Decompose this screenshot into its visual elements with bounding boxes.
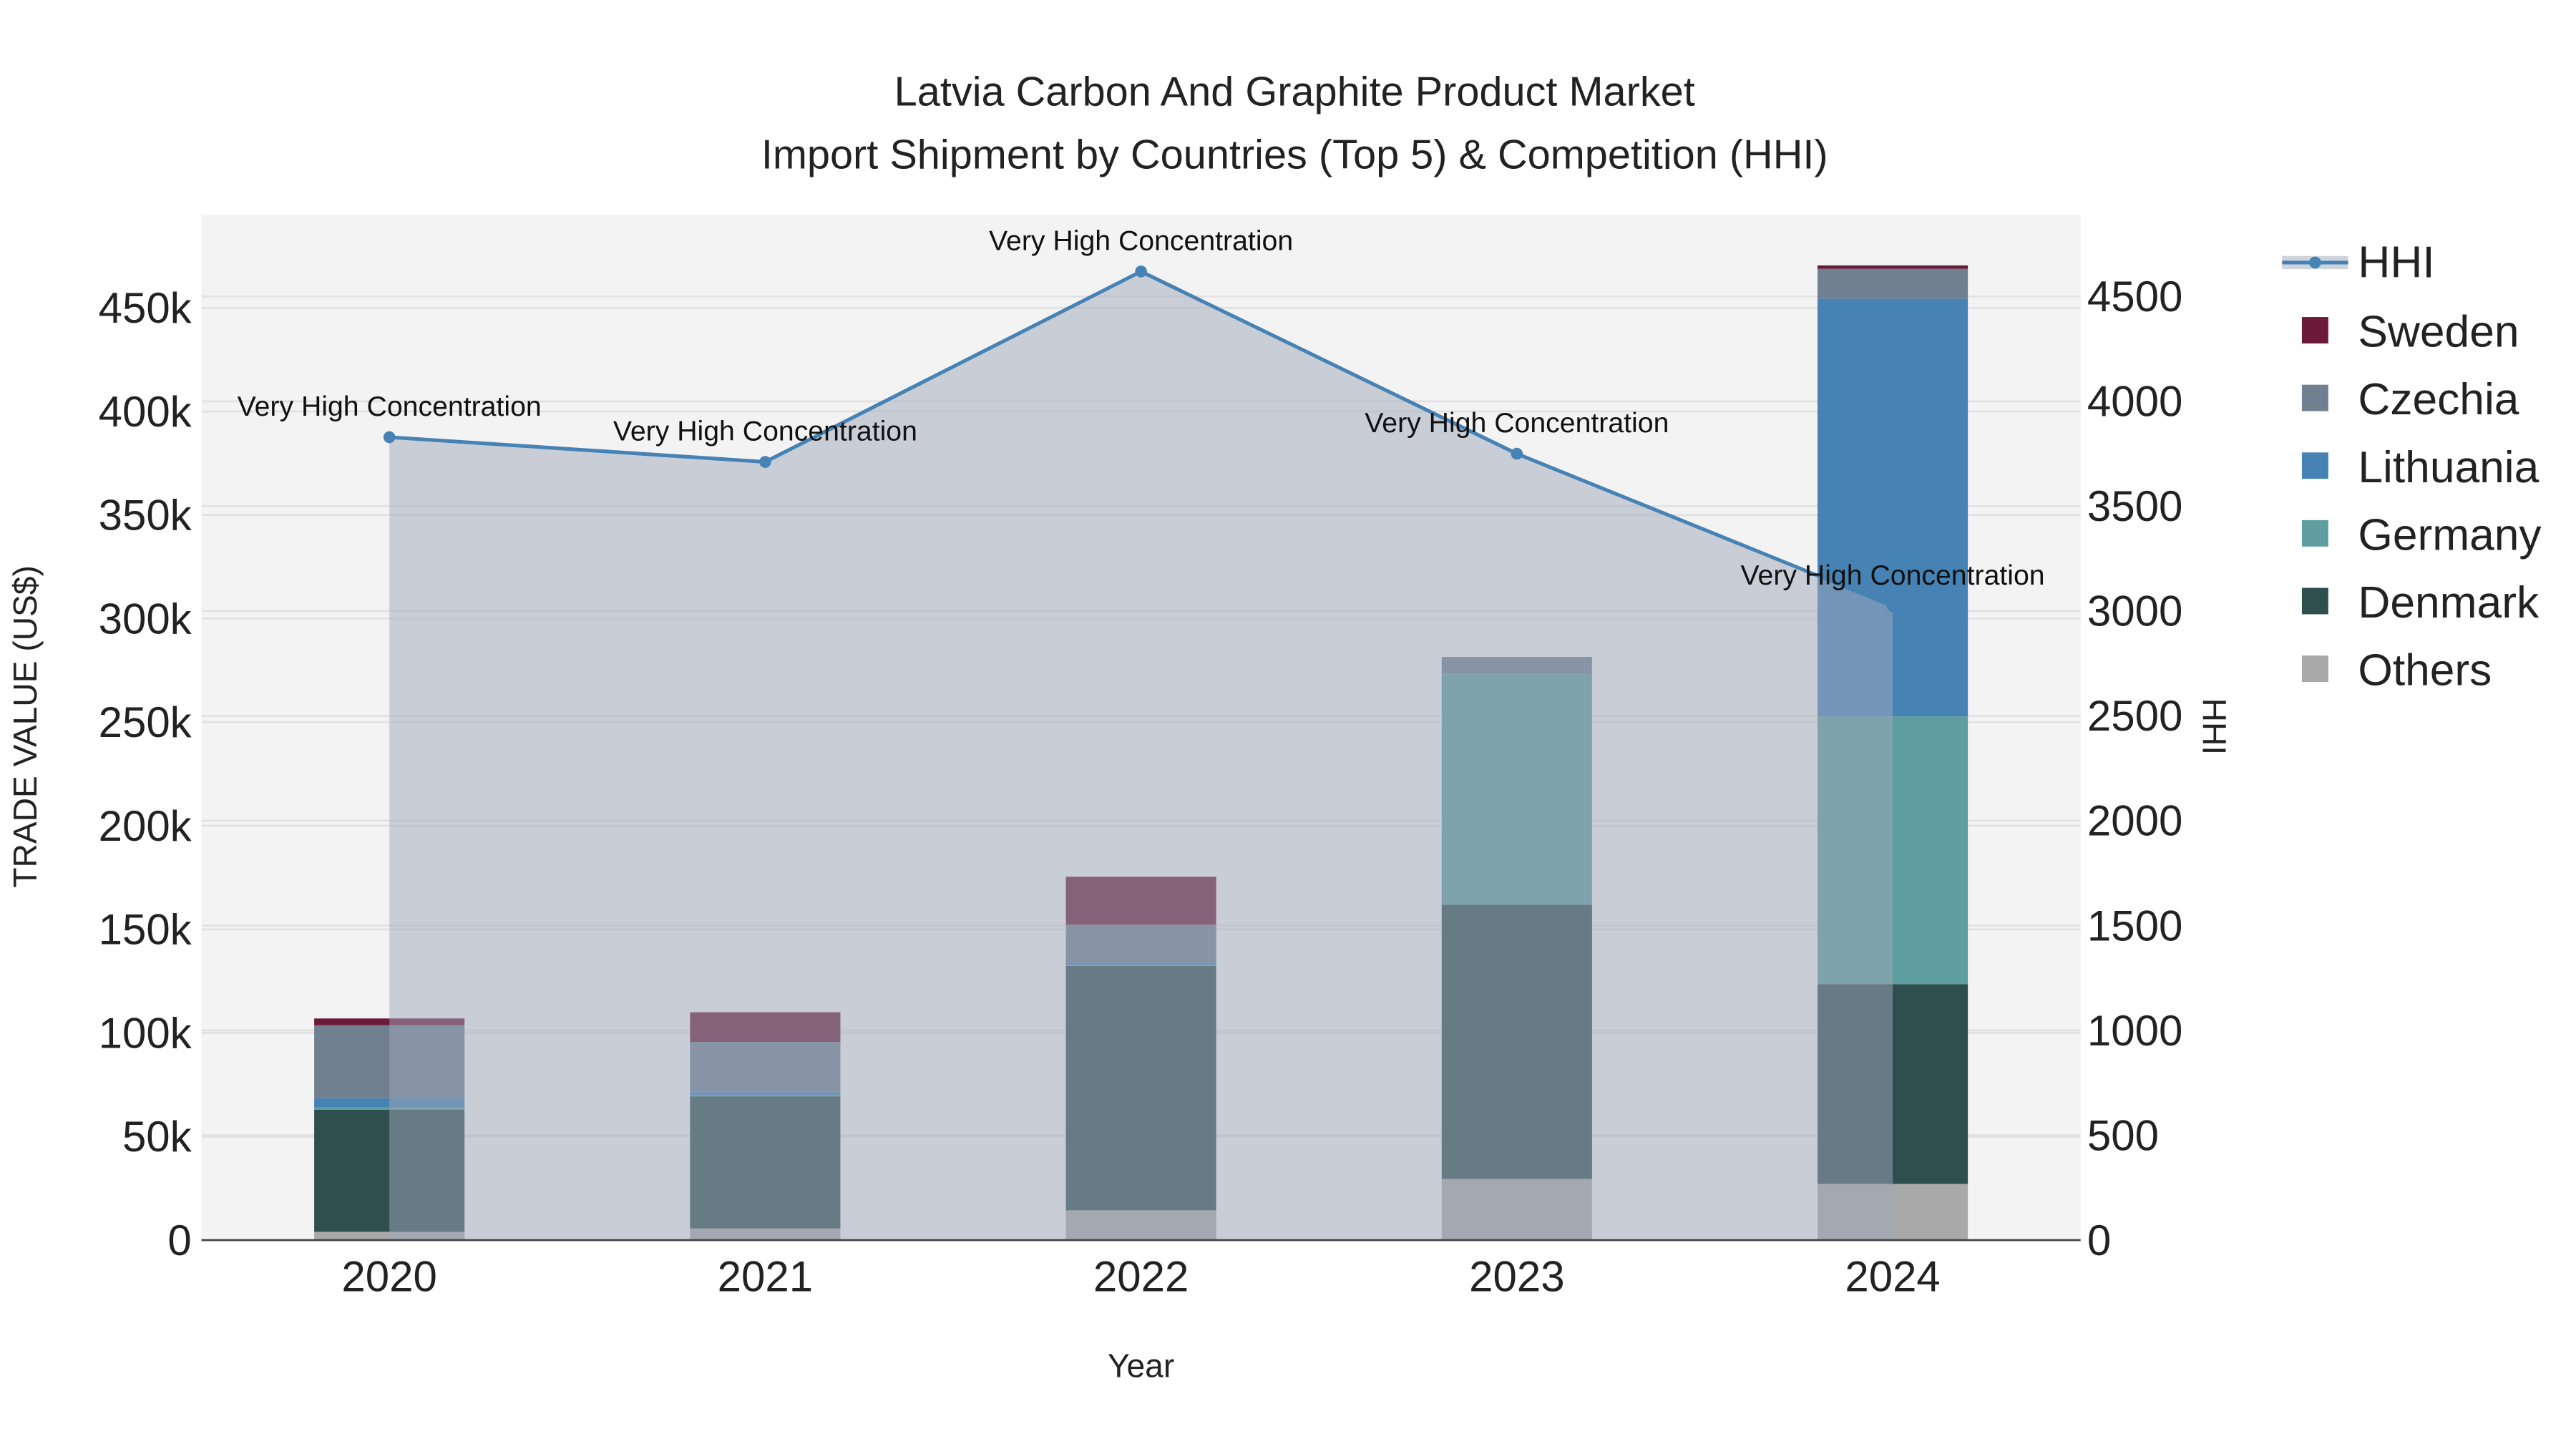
legend-label-others: Others xyxy=(2358,646,2492,696)
hhi-point-2024 xyxy=(1886,600,1899,613)
legend-swatch-denmark xyxy=(2301,587,2328,615)
y-tick-label: 50k xyxy=(122,1113,192,1161)
chart-title: Latvia Carbon And Graphite Product Marke… xyxy=(894,69,1695,115)
bar-czechia-2024 xyxy=(1818,268,1968,299)
y2-tick-label: 4000 xyxy=(2087,378,2182,426)
legend-hhi-marker xyxy=(2309,256,2321,269)
x-tick-label: 2022 xyxy=(1093,1253,1189,1301)
y-tick-label: 0 xyxy=(167,1216,191,1264)
legend-swatch-czechia xyxy=(2301,384,2328,411)
hhi-point-2023 xyxy=(1511,447,1523,460)
y-tick-label: 150k xyxy=(99,906,192,954)
legend-label-lithuania: Lithuania xyxy=(2358,443,2539,492)
y-tick-label: 300k xyxy=(99,595,192,643)
legend-label-denmark: Denmark xyxy=(2358,578,2540,628)
y-tick-label: 250k xyxy=(99,698,192,746)
y-tick-label: 200k xyxy=(99,802,192,850)
x-axis-title: Year xyxy=(1108,1347,1174,1385)
x-axis-ticks: 2020 2021 2022 2023 2024 xyxy=(341,1253,1940,1301)
y2-tick-label: 1500 xyxy=(2087,902,2182,950)
y2-tick-label: 0 xyxy=(2087,1216,2111,1264)
y-tick-label: 350k xyxy=(99,492,192,540)
hhi-annotation: Very High Concentration xyxy=(238,391,542,422)
y2-tick-label: 2500 xyxy=(2087,692,2182,740)
hhi-point-2020 xyxy=(383,431,396,444)
legend-label-germany: Germany xyxy=(2358,510,2542,560)
hhi-point-2021 xyxy=(759,456,771,468)
y-axis-ticks: 0 50k 100k 150k 200k 250k 300k 350k 400k 450k xyxy=(99,284,192,1264)
legend: HHI Sweden Czechia Lithuania Germany Denmark O… xyxy=(2282,238,2542,696)
y2-axis-title: HHI xyxy=(2195,698,2233,755)
hhi-annotation: Very High Concentration xyxy=(613,416,917,447)
hhi-annotation: Very High Concentration xyxy=(989,225,1293,256)
legend-swatch-lithuania xyxy=(2301,452,2328,479)
y2-axis-ticks: 0 500 1000 1500 2000 2500 3000 3500 4000 4500 xyxy=(2087,273,2182,1264)
y2-tick-label: 4500 xyxy=(2087,273,2182,321)
chart: Very High Concentration Very High Concent… xyxy=(6,69,2542,1385)
bar-sweden-2024 xyxy=(1818,265,1968,269)
y2-tick-label: 3000 xyxy=(2087,587,2182,635)
y2-tick-label: 2000 xyxy=(2087,797,2182,845)
y-tick-label: 100k xyxy=(99,1009,192,1057)
chart-subtitle: Import Shipment by Countries (Top 5) & C… xyxy=(761,132,1828,177)
x-tick-label: 2023 xyxy=(1469,1253,1564,1301)
hhi-point-2022 xyxy=(1135,265,1147,278)
hhi-annotation: Very High Concentration xyxy=(1365,407,1669,439)
y2-tick-label: 3500 xyxy=(2087,482,2182,530)
legend-swatch-others xyxy=(2301,655,2328,683)
y-axis-title: TRADE VALUE (US$) xyxy=(6,565,44,887)
x-tick-label: 2020 xyxy=(341,1253,436,1301)
legend-swatch-sweden xyxy=(2301,317,2328,343)
y-tick-label: 400k xyxy=(99,388,192,436)
hhi-annotation: Very High Concentration xyxy=(1741,560,2045,591)
x-tick-label: 2024 xyxy=(1845,1253,1940,1301)
legend-label-czechia: Czechia xyxy=(2358,375,2519,424)
legend-label-sweden: Sweden xyxy=(2358,308,2519,357)
y2-tick-label: 1000 xyxy=(2087,1007,2182,1055)
x-tick-label: 2021 xyxy=(718,1253,813,1301)
y2-tick-label: 500 xyxy=(2087,1111,2159,1159)
legend-label-hhi: HHI xyxy=(2358,238,2434,288)
y-tick-label: 450k xyxy=(99,284,192,332)
legend-swatch-germany xyxy=(2301,519,2328,547)
